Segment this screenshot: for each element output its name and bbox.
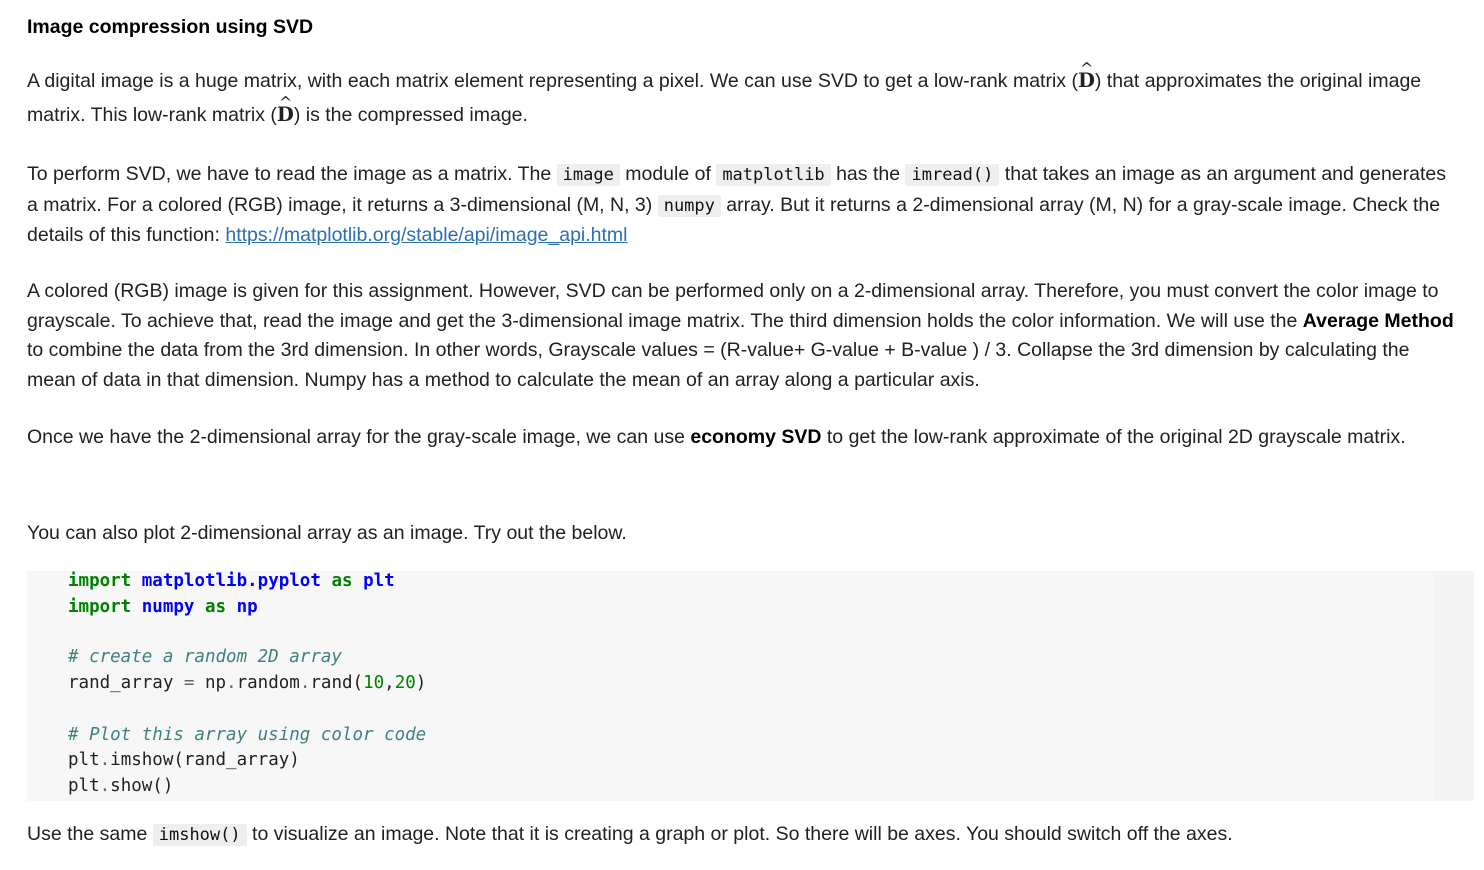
paragraph-imread: To perform SVD, we have to read the imag…	[27, 160, 1457, 251]
code-line: plt.imshow(rand_array)	[68, 750, 300, 770]
hat-accent: ^	[278, 93, 293, 112]
text: A digital image is a huge matrix, with e…	[27, 70, 1078, 92]
bold-economy-svd: economy SVD	[690, 426, 822, 448]
text: To perform SVD, we have to read the imag…	[27, 163, 557, 185]
module-name: matplotlib.pyplot	[141, 571, 321, 591]
text: Use the same	[27, 823, 153, 845]
hat-accent: ^	[1079, 59, 1094, 78]
identifier: imshow(rand_array)	[110, 750, 300, 770]
matplotlib-docs-link[interactable]: https://matplotlib.org/stable/api/image_…	[225, 224, 627, 246]
punctuation: )	[415, 673, 427, 693]
code-comment: # create a random 2D array	[68, 647, 342, 667]
keyword: as	[331, 571, 353, 591]
notebook-page: Image compression using SVD A digital im…	[0, 0, 1484, 870]
identifier: np	[194, 673, 227, 693]
inline-code-image: image	[556, 164, 620, 186]
code-line: import matplotlib.pyplot as plt	[68, 571, 395, 591]
text: to combine the data from the 3rd dimensi…	[27, 339, 1410, 391]
identifier: rand(	[310, 673, 364, 693]
keyword: import	[68, 571, 132, 591]
identifier: plt	[68, 776, 100, 796]
bold-average-method: Average Method	[1302, 309, 1454, 332]
keyword: as	[205, 597, 227, 617]
identifier: random	[236, 673, 300, 693]
code-cell-edge	[1434, 571, 1474, 801]
inline-code-numpy: numpy	[657, 194, 721, 217]
text: ) is the compressed image.	[293, 104, 528, 126]
text: has the	[830, 163, 906, 185]
number: 20	[394, 673, 416, 693]
text: module of	[619, 163, 717, 185]
inline-code-imread: imread()	[905, 164, 1000, 186]
code-block: import matplotlib.pyplot as plt import n…	[68, 571, 426, 796]
identifier: show()	[110, 776, 174, 796]
math-d-hat: ^ D	[277, 93, 294, 132]
text: A colored (RGB) image is given for this …	[27, 280, 1439, 332]
code-cell[interactable]: import matplotlib.pyplot as plt import n…	[27, 571, 1443, 801]
math-d-hat: ^ D	[1078, 59, 1095, 98]
paragraph-intro: A digital image is a huge matrix, with e…	[27, 59, 1457, 132]
section-heading: Image compression using SVD	[27, 16, 314, 38]
text: Once we have the 2-dimensional array for…	[27, 426, 691, 448]
operator: .	[226, 673, 237, 693]
module-alias: plt	[363, 571, 395, 591]
code-line: rand_array = np.random.rand(10,20)	[68, 673, 426, 693]
text: to visualize an image. Note that it is c…	[246, 823, 1233, 845]
paragraph-economy-svd: Once we have the 2-dimensional array for…	[27, 423, 1457, 453]
identifier: plt	[68, 750, 100, 770]
paragraph-plot-intro: You can also plot 2-dimensional array as…	[27, 522, 627, 544]
number: 10	[363, 673, 385, 693]
module-alias: np	[236, 597, 258, 617]
operator: =	[183, 673, 195, 693]
punctuation: ,	[384, 673, 395, 693]
operator: .	[99, 750, 111, 770]
keyword: import	[68, 597, 132, 617]
text: to get the low-rank approximate of the o…	[821, 426, 1406, 448]
code-line: import numpy as np	[68, 597, 258, 617]
inline-code-imshow: imshow()	[152, 824, 247, 846]
paragraph-imshow: Use the same imshow() to visualize an im…	[27, 820, 1457, 851]
code-comment: # Plot this array using color code	[68, 725, 427, 745]
operator: .	[99, 776, 111, 796]
identifier: rand_array	[68, 673, 184, 693]
paragraph-grayscale: A colored (RGB) image is given for this …	[27, 277, 1457, 395]
module-name: numpy	[141, 597, 195, 617]
inline-code-matplotlib: matplotlib	[716, 164, 831, 186]
operator: .	[299, 673, 311, 693]
code-line: plt.show()	[68, 776, 173, 796]
